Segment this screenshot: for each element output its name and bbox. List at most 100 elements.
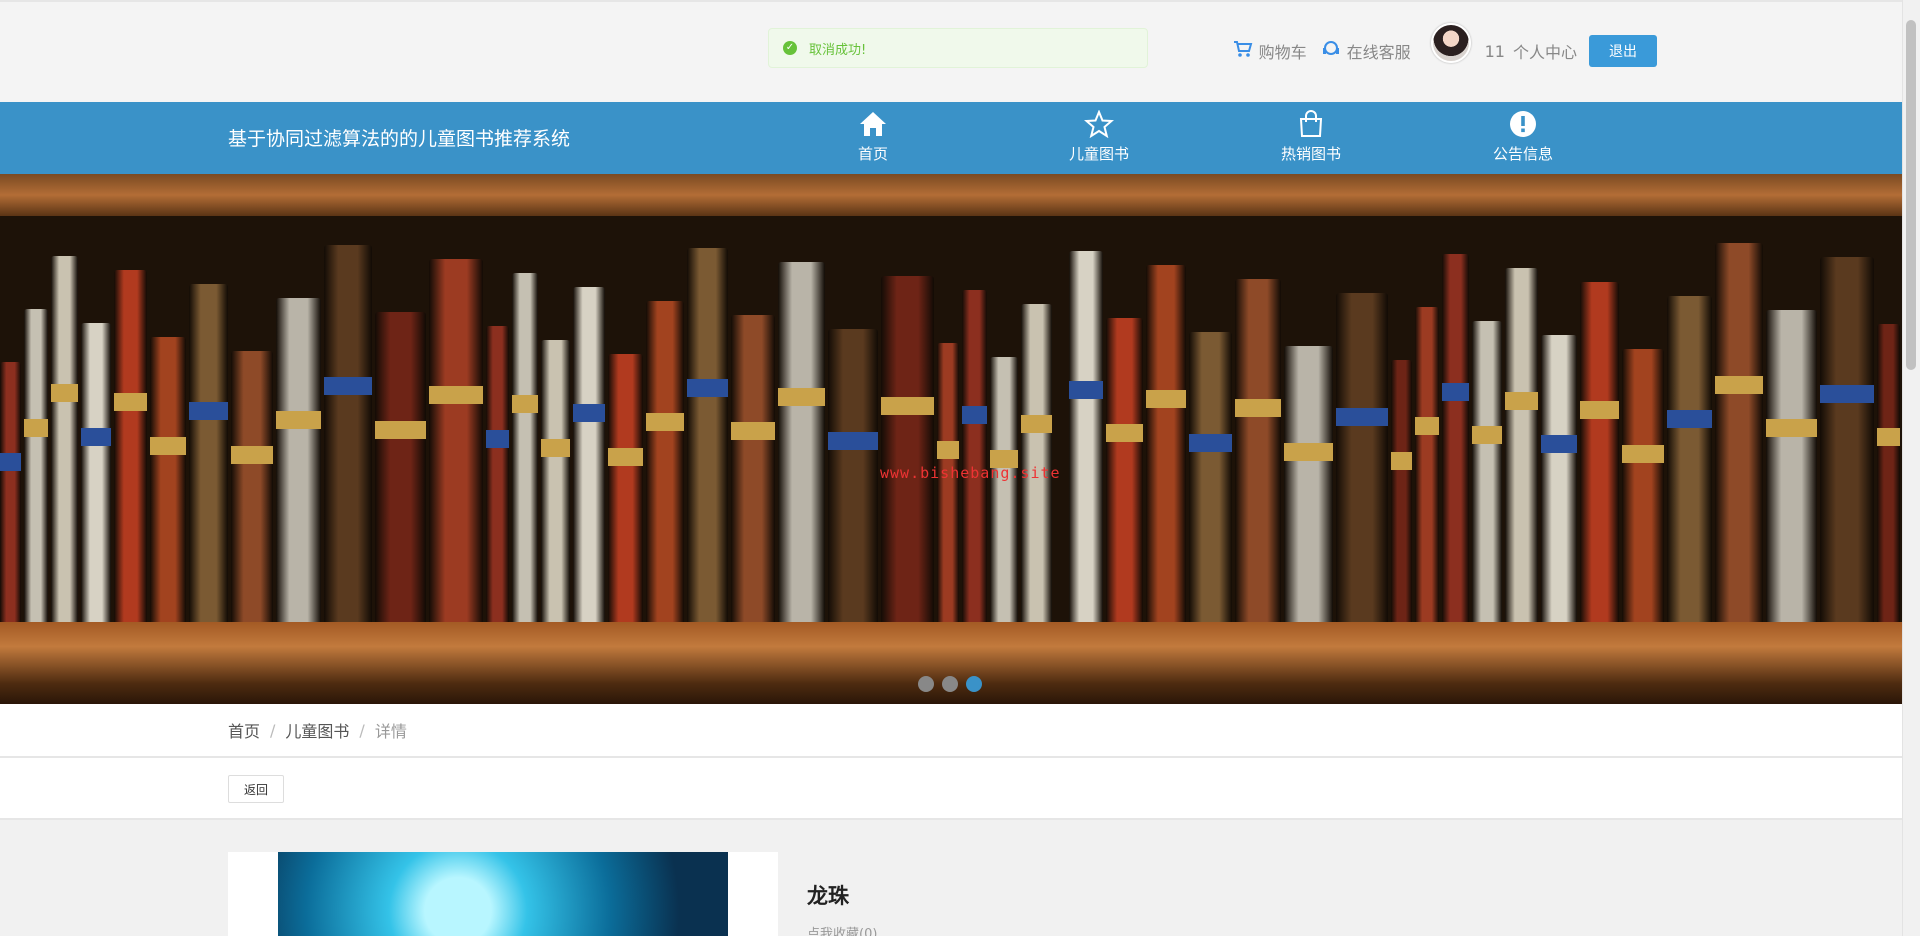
book-spine (990, 357, 1018, 622)
book-band (962, 406, 987, 425)
nav-item-hot-books[interactable]: 热销图书 (1256, 110, 1366, 170)
book-spine (1069, 251, 1103, 622)
site-title: 基于协同过滤算法的的儿童图书推荐系统 (228, 128, 571, 150)
home-icon (860, 112, 886, 136)
carousel-dot-2[interactable] (942, 676, 958, 692)
book-band (1820, 384, 1874, 403)
book-band (1667, 410, 1712, 429)
book-spine (731, 315, 775, 622)
star-icon (1084, 110, 1114, 138)
book-band (276, 411, 321, 430)
book-band (324, 376, 372, 395)
book-band (1021, 415, 1052, 434)
breadcrumb-home[interactable]: 首页 (228, 718, 260, 742)
book-band (1622, 444, 1664, 463)
nav-label-announcements: 公告信息 (1492, 145, 1553, 163)
book-band (486, 429, 509, 448)
book-band (429, 386, 483, 405)
book-spine (1667, 296, 1712, 622)
book-spine (1622, 349, 1664, 622)
book-band (1391, 451, 1412, 470)
book-spine (1106, 318, 1143, 622)
check-circle-icon: ✓ (783, 41, 797, 55)
top-bar: ✓ 取消成功! 购物车 在线客服 11 个人中心 退出 (0, 0, 1902, 102)
book-spine (881, 276, 934, 622)
book-band (1106, 424, 1143, 443)
nav-label-home: 首页 (857, 145, 888, 163)
back-bar: 返回 (0, 758, 1902, 820)
book-band (1189, 433, 1232, 452)
avatar[interactable] (1430, 23, 1471, 63)
breadcrumb-separator: / (359, 720, 365, 740)
book-band (1069, 380, 1103, 399)
success-toast: ✓ 取消成功! (768, 28, 1148, 68)
online-service-link[interactable]: 在线客服 (1321, 39, 1411, 63)
book-band (0, 453, 21, 471)
book-band (1235, 399, 1281, 418)
breadcrumb-current: 详情 (374, 722, 407, 741)
book-spine (1336, 293, 1388, 622)
shelf-top (0, 174, 1902, 216)
book-band (150, 436, 186, 455)
carousel-dot-1[interactable] (918, 676, 934, 692)
book-spine (608, 354, 643, 622)
service-label: 在线客服 (1346, 43, 1411, 62)
book-spine (541, 340, 570, 622)
book-spine (486, 326, 509, 622)
main-nav: 基于协同过滤算法的的儿童图书推荐系统 首页 儿童图书 热销图书 公告信息 (0, 102, 1902, 174)
book-spine (1505, 268, 1538, 622)
book-band (937, 440, 959, 459)
book-spine (429, 259, 483, 622)
scrollbar-thumb[interactable] (1906, 20, 1916, 370)
nav-item-children-books[interactable]: 儿童图书 (1044, 110, 1154, 170)
book-spine (1021, 304, 1052, 622)
book-spine (1189, 332, 1232, 622)
book-spine (189, 284, 228, 622)
nav-item-announcements[interactable]: 公告信息 (1468, 110, 1578, 170)
book-spine (0, 362, 21, 622)
book-band (541, 438, 570, 457)
book-spine (1146, 265, 1186, 622)
favorite-link[interactable]: 点我收藏(0) (807, 923, 877, 936)
shopping-bag-icon (1299, 110, 1323, 137)
book-spine (114, 270, 147, 622)
nav-label-children-books: 儿童图书 (1068, 145, 1129, 163)
back-button[interactable]: 返回 (228, 775, 284, 803)
book-spine (646, 301, 684, 622)
book-spine (1715, 243, 1763, 622)
book-band (375, 420, 426, 439)
book-band (1146, 389, 1186, 408)
nav-label-hot-books: 热销图书 (1280, 145, 1341, 163)
carousel-dot-3[interactable] (966, 676, 982, 692)
book-band (731, 422, 775, 441)
top-actions: 购物车 在线客服 11 个人中心 退出 (1233, 23, 1657, 74)
book-band (1715, 375, 1763, 394)
book-band (51, 384, 78, 403)
cart-label: 购物车 (1258, 43, 1307, 62)
book-spine (1391, 360, 1412, 622)
product-image[interactable] (278, 852, 728, 936)
book-spine (1235, 279, 1281, 622)
user-center-link[interactable]: 个人中心 (1513, 39, 1577, 63)
book-spine (1284, 346, 1333, 622)
book-spine (512, 273, 538, 622)
book-band (1580, 401, 1619, 419)
book-spine (231, 351, 273, 622)
book-band (646, 413, 684, 432)
logout-button[interactable]: 退出 (1589, 35, 1657, 67)
book-spine (375, 312, 426, 622)
breadcrumb-category[interactable]: 儿童图书 (285, 718, 349, 742)
book-spine (1820, 257, 1874, 622)
nav-item-home[interactable]: 首页 (818, 110, 928, 170)
banner-carousel[interactable]: www.bishebang.site (0, 174, 1902, 704)
book-spine (828, 329, 878, 622)
username: 11 (1484, 41, 1505, 61)
book-band (1877, 428, 1900, 447)
scrollbar[interactable] (1902, 0, 1920, 936)
breadcrumb: 首页 / 儿童图书 / 详情 (0, 704, 1902, 758)
cart-link[interactable]: 购物车 (1233, 39, 1307, 63)
book-band (828, 431, 878, 450)
book-band (778, 388, 825, 406)
book-band (1336, 408, 1388, 427)
book-band (573, 404, 605, 423)
